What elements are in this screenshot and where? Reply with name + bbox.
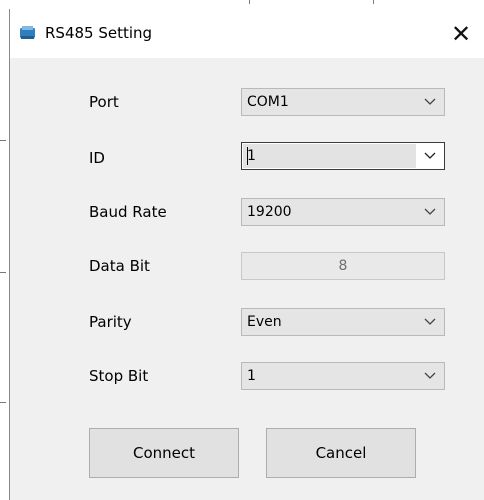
id-label: ID	[89, 149, 105, 167]
chevron-down-icon[interactable]	[424, 152, 436, 160]
window-title: RS485 Setting	[45, 24, 153, 42]
close-icon: ✕	[450, 19, 472, 48]
id-value: 1	[247, 148, 256, 164]
id-input[interactable]: 1	[243, 144, 416, 168]
id-combobox[interactable]: 1	[241, 142, 445, 170]
parity-label: Parity	[89, 313, 132, 331]
text-caret	[247, 147, 248, 165]
data-bit-field: 8	[241, 252, 445, 280]
close-button[interactable]: ✕	[438, 9, 484, 58]
cancel-button[interactable]: Cancel	[266, 428, 416, 478]
background-window-edge	[0, 272, 6, 273]
stop-bit-label: Stop Bit	[89, 367, 149, 385]
port-select[interactable]: COM1	[241, 88, 445, 116]
title-bar: RS485 Setting ✕	[10, 9, 484, 58]
port-label: Port	[89, 93, 119, 111]
rs485-setting-dialog: RS485 Setting ✕ Port COM1 ID 1 Baud Rate…	[9, 9, 484, 500]
parity-value: Even	[247, 314, 282, 330]
baud-rate-label: Baud Rate	[89, 203, 167, 221]
chevron-down-icon	[424, 98, 436, 105]
chevron-down-icon	[424, 318, 436, 325]
port-value: COM1	[247, 94, 289, 110]
stop-bit-select[interactable]: 1	[241, 362, 445, 390]
baud-rate-select[interactable]: 19200	[241, 198, 445, 226]
chevron-down-icon	[424, 208, 436, 215]
chevron-down-icon	[424, 372, 436, 379]
background-window-edge	[0, 140, 6, 141]
baud-rate-value: 19200	[247, 204, 292, 220]
parity-select[interactable]: Even	[241, 308, 445, 336]
background-window-edge	[0, 402, 6, 403]
data-bit-label: Data Bit	[89, 257, 150, 275]
background-window-edge	[249, 0, 250, 4]
background-window-edge	[373, 0, 374, 4]
serial-port-icon	[20, 26, 35, 39]
stop-bit-value: 1	[247, 368, 256, 384]
connect-button[interactable]: Connect	[89, 428, 239, 478]
